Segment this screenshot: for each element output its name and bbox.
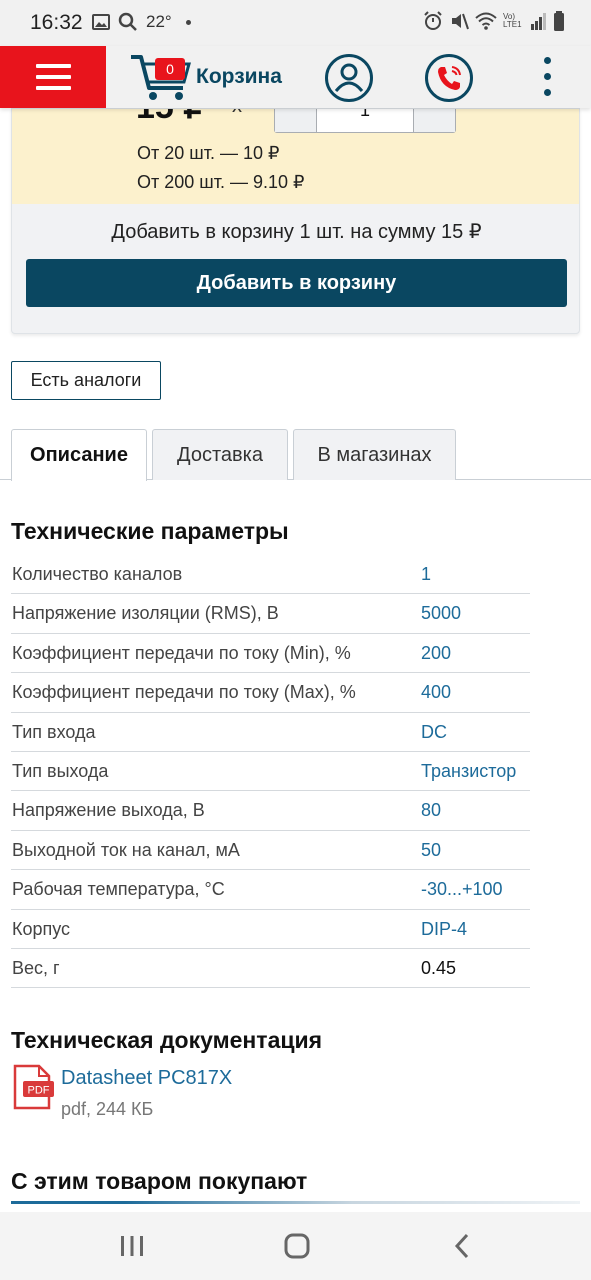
menu-icon: [36, 64, 71, 68]
home-icon[interactable]: [284, 1233, 310, 1259]
price-tier: От 200 шт. — 9.10 ₽: [137, 172, 305, 192]
analogues-button[interactable]: Есть аналоги: [11, 361, 161, 400]
param-row: Коэффициент передачи по току (Max), % 400: [11, 673, 530, 713]
more-vertical-dot: [544, 73, 551, 80]
param-row: Тип выхода Транзистор: [11, 752, 530, 792]
param-name: Коэффициент передачи по току (Max), %: [12, 682, 356, 703]
more-vertical-dot: [544, 89, 551, 96]
app-header: 0 Корзина: [0, 46, 591, 108]
param-name: Напряжение изоляции (RMS), В: [12, 603, 279, 624]
phone-icon: [438, 66, 461, 90]
datasheet-link[interactable]: Datasheet PC817X: [61, 1067, 232, 1090]
tech-params-table: Количество каналов 1 Напряжение изоляции …: [11, 555, 530, 989]
back-icon[interactable]: [453, 1233, 471, 1259]
param-row: Напряжение изоляции (RMS), В 5000: [11, 594, 530, 634]
status-left-icons: 22°: [92, 12, 191, 32]
cart-button[interactable]: 0: [129, 52, 193, 102]
system-nav-bar: [0, 1212, 591, 1280]
price-tier: От 20 шт. — 10 ₽: [137, 143, 280, 163]
menu-icon-bar: [36, 86, 71, 90]
param-value-link[interactable]: DC: [421, 722, 447, 743]
pdf-file-icon[interactable]: PDF: [11, 1064, 55, 1110]
param-name: Тип выхода: [12, 760, 109, 781]
also-bought-title: С этим товаром покупают: [11, 1168, 308, 1194]
param-name: Выходной ток на канал, мА: [12, 839, 240, 860]
param-name: Вес, г: [12, 957, 60, 978]
param-row: Напряжение выхода, В 80: [11, 791, 530, 831]
battery-icon: [554, 11, 564, 31]
tech-docs-title: Техническая документация: [11, 1027, 323, 1053]
param-name: Напряжение выхода, В: [12, 800, 205, 821]
param-row: Количество каналов 1: [11, 555, 530, 595]
param-value-link[interactable]: 5000: [421, 603, 461, 624]
param-value-link[interactable]: 200: [421, 643, 451, 664]
param-value-link[interactable]: 400: [421, 682, 451, 703]
param-row: Корпус DIP-4: [11, 910, 530, 949]
wifi-icon: [475, 12, 497, 30]
param-name: Количество каналов: [12, 564, 183, 584]
cart-count-badge: 0: [155, 58, 185, 80]
status-temperature: 22°: [146, 12, 172, 31]
param-name: Рабочая температура, °С: [12, 879, 225, 900]
menu-button[interactable]: [0, 46, 106, 108]
param-name: Тип входа: [12, 721, 96, 742]
param-value-link[interactable]: 1: [421, 564, 431, 585]
order-summary: Добавить в корзину 1 шт. на сумму 15 ₽: [111, 221, 482, 243]
param-row: Рабочая температура, °С -30...+100: [11, 870, 530, 910]
gallery-icon: [92, 14, 110, 30]
param-row: Тип входа DC: [11, 713, 530, 752]
param-value-link[interactable]: Транзистор: [421, 761, 516, 782]
menu-icon-bar: [36, 75, 71, 79]
param-value-link[interactable]: 50: [421, 840, 441, 861]
param-value-link[interactable]: -30...+100: [421, 879, 503, 900]
notification-dot-icon: [185, 19, 191, 25]
price-tiers-panel: 15 ₽ x 1 От 20 шт. — 10 ₽ От 200 шт. — 9…: [12, 109, 579, 204]
tab-in-stores[interactable]: В магазинах: [293, 429, 456, 480]
status-bar: 16:32 22° Vo) LTE1: [0, 0, 591, 46]
multiply-sign: x: [232, 109, 242, 118]
add-to-cart-button[interactable]: Добавить в корзину: [26, 259, 567, 307]
cart-label[interactable]: Корзина: [196, 65, 282, 89]
datasheet-meta: pdf, 244 КБ: [61, 1099, 154, 1119]
call-button[interactable]: [425, 54, 473, 102]
param-row: Вес, г 0.45: [11, 949, 530, 989]
recents-icon[interactable]: [119, 1234, 145, 1258]
status-right-icons: Vo) LTE1: [423, 11, 565, 31]
param-value: 0.45: [421, 957, 457, 978]
tech-params-title: Технические параметры: [11, 518, 289, 544]
price-card: 15 ₽ x 1 От 20 шт. — 10 ₽ От 200 шт. — 9…: [11, 108, 580, 334]
param-name: Корпус: [12, 918, 71, 939]
network-label: Vo) LTE1: [503, 12, 522, 29]
account-button[interactable]: [325, 54, 373, 102]
quantity-input[interactable]: 1: [317, 109, 413, 132]
section-underline: [11, 1201, 580, 1204]
param-row: Коэффициент передачи по току (Min), % 200: [11, 634, 530, 674]
param-value-link[interactable]: DIP-4: [421, 919, 467, 940]
param-row: Выходной ток на канал, мА 50: [11, 831, 530, 871]
quantity-decrease-button[interactable]: [275, 109, 317, 132]
quantity-increase-button[interactable]: [413, 109, 455, 132]
tab-delivery[interactable]: Доставка: [152, 429, 288, 480]
tab-description[interactable]: Описание: [11, 429, 147, 481]
alarm-icon: [424, 11, 442, 30]
search-icon: [118, 12, 137, 31]
pdf-icon-label: PDF: [28, 1085, 50, 1097]
unit-price: 15 ₽: [136, 109, 205, 127]
param-name: Коэффициент передачи по току (Min), %: [12, 642, 351, 663]
param-value-link[interactable]: 80: [421, 800, 441, 821]
mute-icon: [452, 13, 469, 30]
more-options-button[interactable]: [538, 57, 558, 97]
status-time: 16:32: [30, 11, 83, 34]
signal-icon: [531, 13, 546, 30]
user-icon: [334, 63, 364, 92]
quantity-stepper[interactable]: 1: [274, 109, 456, 133]
more-vertical-icon: [544, 57, 551, 64]
